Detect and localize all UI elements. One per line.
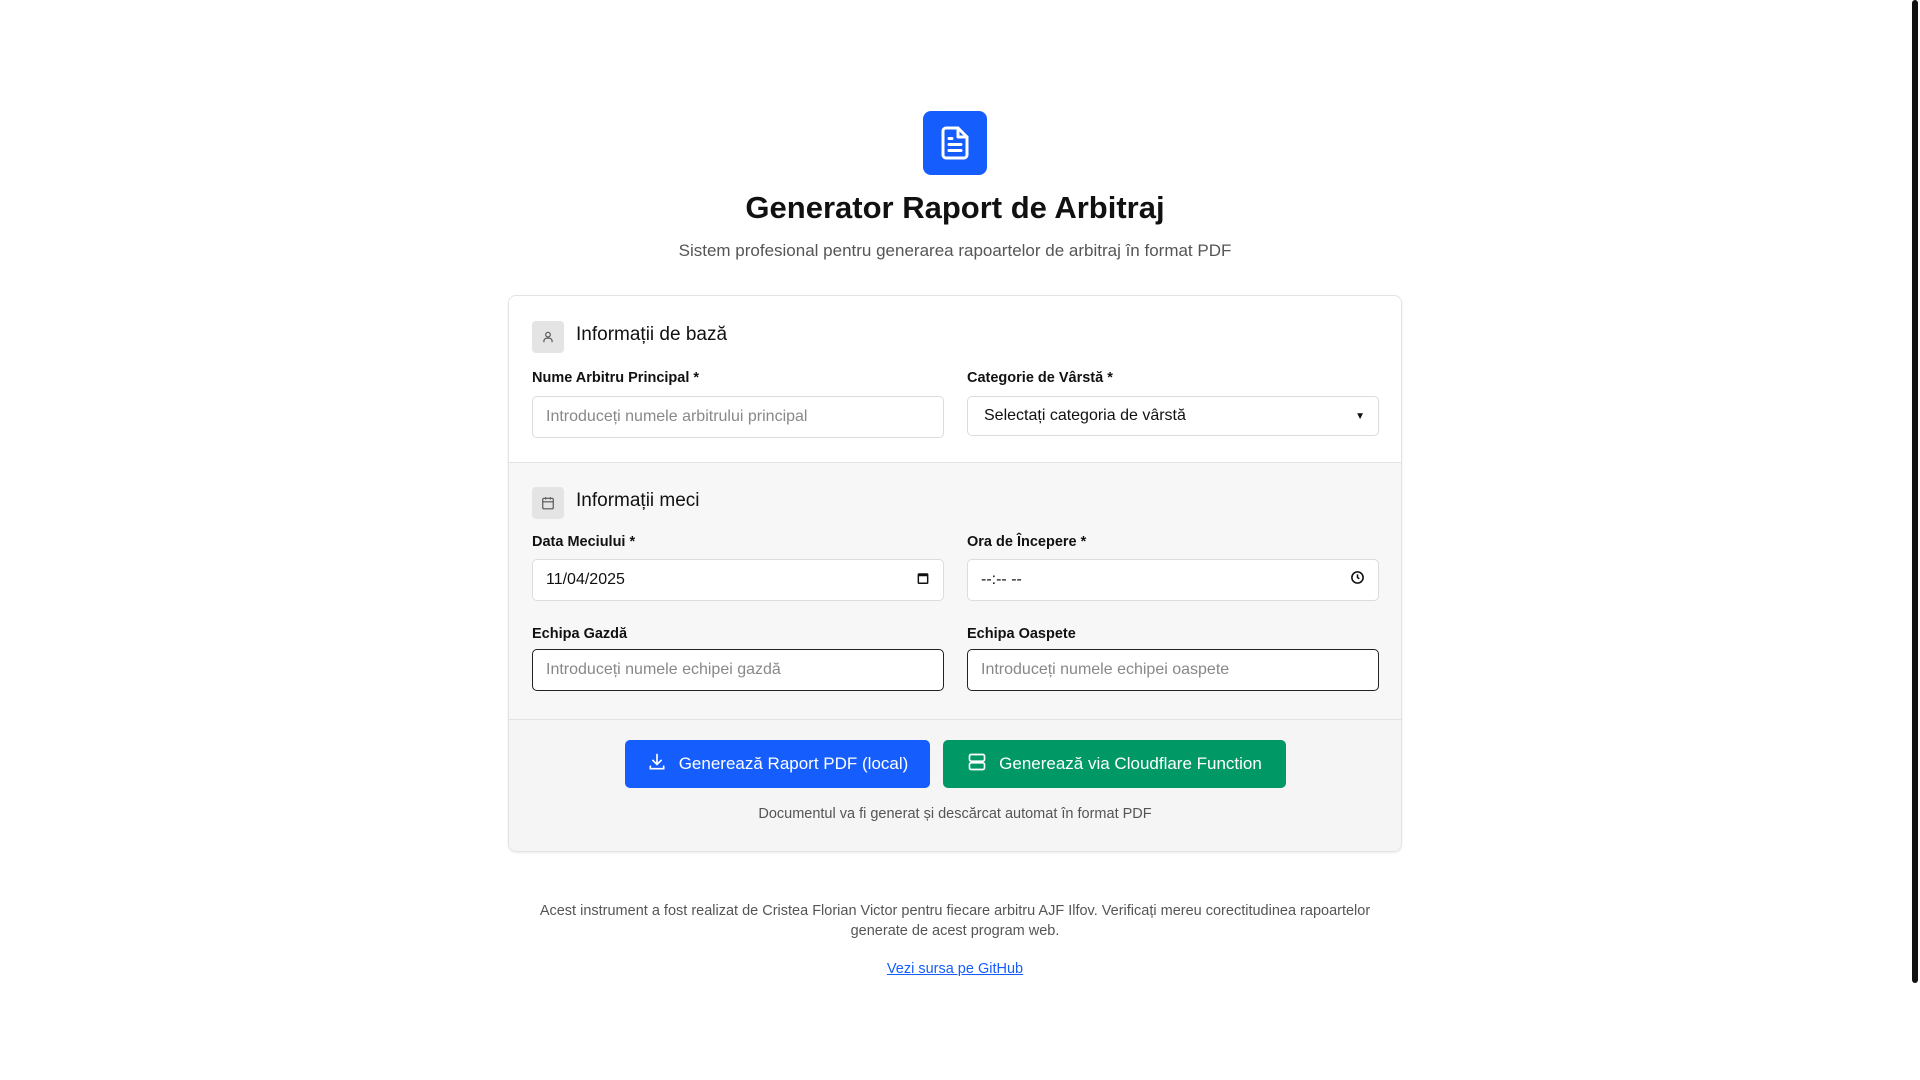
page-subtitle: Sistem profesional pentru generarea rapo… (678, 241, 1232, 260)
footer-text: Acest instrument a fost realizat de Cris… (539, 903, 1371, 939)
generate-cloudflare-button[interactable]: Generează via Cloudflare Function (943, 740, 1286, 788)
report-form-card: Informații de bază Nume Arbitru Principa… (508, 295, 1402, 852)
match-info-section: Informații meci Data Meciului * 11/04/20… (509, 463, 1401, 720)
actions-section: Generează Raport PDF (local) Generează v… (509, 720, 1401, 851)
date-label: Data Meciului * (532, 534, 636, 550)
age-category-select[interactable]: Selectați categoria de vârstă ▼ (967, 396, 1379, 436)
referee-name-input[interactable]: Introduceți numele arbitrului principal (532, 396, 944, 438)
calendar-icon (532, 487, 564, 519)
time-label: Ora de Începere * (967, 534, 1087, 550)
generate-local-button[interactable]: Generează Raport PDF (local) (625, 740, 930, 788)
start-time-input[interactable]: --:-- -- (967, 559, 1379, 601)
section-title: Informații de bază (576, 324, 728, 345)
home-team-label: Echipa Gazdă (532, 626, 628, 642)
clock-icon[interactable] (1350, 570, 1365, 590)
server-icon (967, 752, 987, 777)
referee-label: Nume Arbitru Principal * (532, 370, 700, 386)
document-icon (923, 111, 987, 175)
user-icon (532, 321, 564, 353)
category-label: Categorie de Vârstă * (967, 370, 1113, 386)
away-placeholder: Introduceți numele echipei oaspete (981, 661, 1230, 678)
away-team-input[interactable]: Introduceți numele echipei oaspete (967, 649, 1379, 691)
date-value: 11/04/2025 (546, 571, 625, 588)
button-label: Generează via Cloudflare Function (999, 754, 1262, 773)
home-team-input[interactable]: Introduceți numele echipei gazdă (532, 649, 944, 691)
generation-note: Documentul va fi generat și descărcat au… (758, 806, 1152, 822)
github-link[interactable]: Vezi sursa pe GitHub (887, 961, 1023, 977)
away-team-label: Echipa Oaspete (967, 626, 1076, 642)
button-label: Generează Raport PDF (local) (678, 754, 909, 773)
scrollbar-thumb[interactable] (1912, 0, 1918, 983)
category-selected: Selectați categoria de vârstă (984, 407, 1186, 424)
basic-info-section: Informații de bază Nume Arbitru Principa… (509, 296, 1401, 463)
time-value: --:-- -- (981, 571, 1022, 588)
referee-placeholder: Introduceți numele arbitrului principal (546, 408, 808, 425)
chevron-down-icon: ▼ (1355, 410, 1365, 422)
calendar-picker-icon[interactable] (916, 571, 930, 590)
footer-link-wrap: Vezi sursa pe GitHub (0, 961, 1910, 977)
download-icon (647, 752, 667, 777)
page-title: Generator Raport de Arbitraj (745, 190, 1165, 225)
section-title: Informații meci (576, 490, 700, 511)
match-date-input[interactable]: 11/04/2025 (532, 559, 944, 601)
home-placeholder: Introduceți numele echipei gazdă (546, 661, 781, 678)
